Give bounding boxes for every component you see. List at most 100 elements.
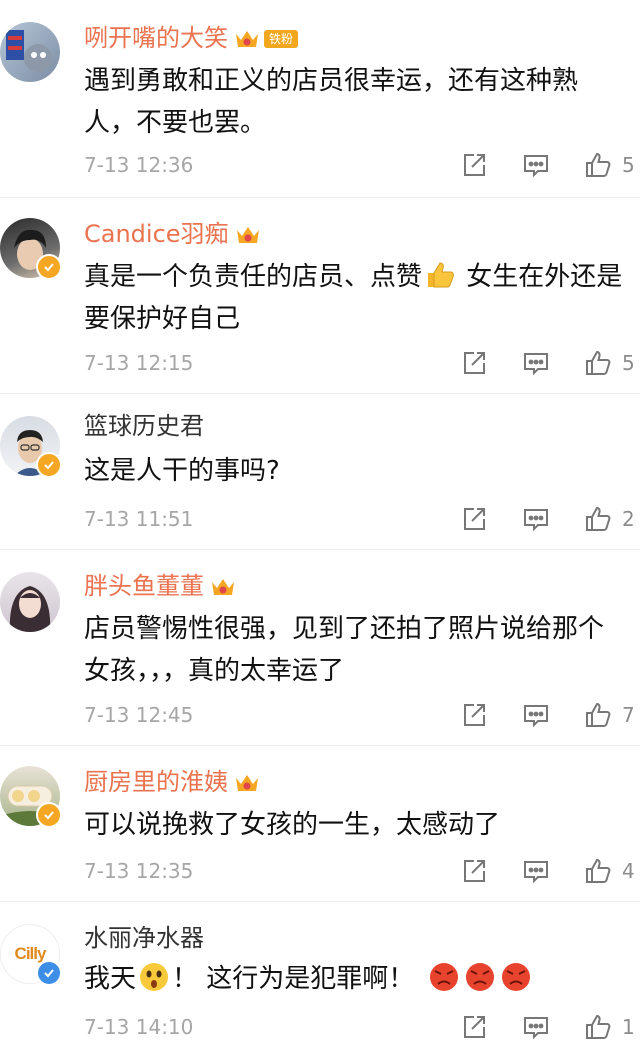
reply-button[interactable] [522,857,550,885]
username[interactable]: 胖头鱼董董 [84,570,236,602]
share-button[interactable] [460,349,488,377]
like-button[interactable]: 1 [584,1013,635,1041]
share-icon [464,1016,485,1038]
thumbs-up-icon [586,1014,611,1039]
actions: 7 [426,698,635,732]
vip-crown-icon [236,775,258,791]
like-button[interactable]: 2 [584,505,635,533]
verified-badge-icon [36,254,62,280]
thumbs-up-icon [586,858,611,883]
share-icon [464,860,485,882]
share-icon [464,704,485,726]
comment-icon [524,1017,548,1040]
timestamp: 7-13 12:35 [84,859,194,883]
username[interactable]: 咧开嘴的大笑 铁粉 [84,22,299,54]
username[interactable]: 厨房里的淮姨 [84,766,260,798]
angry-emoji-icon [466,963,495,991]
fan-badge: 铁粉 [264,30,299,48]
share-button[interactable] [460,505,488,533]
like-button[interactable]: 5 [584,349,635,377]
share-button[interactable] [460,857,488,885]
verified-badge-icon [36,452,62,478]
verified-badge-icon [36,802,62,828]
comment-item: 厨房里的淮姨 可以说挽救了女孩的一生，太感动了 7-13 12:35 4 [0,746,640,902]
like-count: 7 [622,703,635,727]
timestamp: 7-13 12:15 [84,351,194,375]
share-button[interactable] [460,151,488,179]
comment-meta: 7-13 11:51 2 [84,502,640,536]
timestamp: 7-13 12:45 [84,703,194,727]
avatar[interactable]: Cilly [0,924,62,986]
share-icon [464,508,485,530]
reply-button[interactable] [522,151,550,179]
comment-meta: 7-13 12:36 5 [84,148,640,182]
comment-text: 这是人干的事吗? [84,456,280,486]
username[interactable]: 水丽净水器 [84,922,204,954]
comment-meta: 7-13 12:15 5 [84,346,640,380]
reply-button[interactable] [522,1013,550,1041]
comment-item: 胖头鱼董董 店员警惕性很强，见到了还拍了照片说给那个女孩，，，真的太幸运了 7-… [0,550,640,746]
avatar[interactable] [0,416,62,478]
avatar-brand-text: Cilly [14,944,47,963]
reply-button[interactable] [522,701,550,729]
username[interactable]: Candice羽痴 [84,218,261,250]
thumbs-up-icon [586,506,611,531]
thumbs-up-icon [586,350,611,375]
comment-list: 咧开嘴的大笑 铁粉 遇到勇敢和正义的店员很幸运，还有这种熟人，不要也罢。 7-1… [0,0,640,1040]
timestamp: 7-13 11:51 [84,507,194,531]
timestamp: 7-13 12:36 [84,153,194,177]
like-button[interactable]: 5 [584,151,635,179]
comment-item: Candice羽痴 真是一个负责任的店员、点赞 女生在外还是要保护好自己 7-1… [0,198,640,394]
vip-crown-icon [212,579,234,595]
angry-emoji-icon [502,963,531,991]
username-text[interactable]: 胖头鱼董董 [84,572,204,600]
comment-text-part: ！ 这行为是犯罪啊！ [172,964,415,994]
comment-meta: 7-13 14:10 1 [84,1010,640,1044]
actions: 2 [426,502,635,536]
comment-text: 店员警惕性很强，见到了还拍了照片说给那个女孩，，，真的太幸运了 [84,614,605,686]
avatar[interactable] [0,572,60,632]
reply-button[interactable] [522,505,550,533]
surprised-emoji-icon [140,963,169,991]
username[interactable]: 篮球历史君 [84,410,204,442]
angry-emoji-icon [430,963,459,991]
like-button[interactable]: 4 [584,857,635,885]
comment-text: 遇到勇敢和正义的店员很幸运，还有这种熟人，不要也罢。 [84,66,579,138]
share-icon [464,154,485,176]
comment-item: Cilly 水丽净水器 我天 ！ 这行为是犯罪啊！ 7-13 14:10 1 [0,902,640,1040]
thumbs-up-emoji-icon [428,262,454,288]
actions: 1 [426,1010,635,1044]
comment-icon [524,861,548,884]
comment-text-part: 真是一个负责任的店员、点赞 [84,262,423,292]
avatar[interactable] [0,766,62,828]
vip-crown-icon [236,31,258,47]
comment-meta: 7-13 12:45 7 [84,698,640,732]
like-count: 4 [622,859,635,883]
thumbs-up-icon [586,152,611,177]
comment-icon [524,155,548,178]
username-text[interactable]: Candice羽痴 [84,220,229,248]
comment-icon [524,705,548,728]
avatar[interactable] [0,218,62,280]
reply-button[interactable] [522,349,550,377]
comment-text: 可以说挽救了女孩的一生，太感动了 [84,810,501,840]
timestamp: 7-13 14:10 [84,1015,194,1039]
comment-icon [524,509,548,532]
actions: 4 [426,854,635,888]
like-count: 2 [622,507,635,531]
like-count: 5 [622,351,635,375]
thumbs-up-icon [586,702,611,727]
username-text[interactable]: 咧开嘴的大笑 [84,24,228,52]
share-button[interactable] [460,701,488,729]
verified-badge-icon [36,960,62,986]
share-button[interactable] [460,1013,488,1041]
actions: 5 [426,346,635,380]
comment-text-part: 我天 [84,964,137,994]
username-text[interactable]: 厨房里的淮姨 [84,768,228,796]
vip-crown-icon [236,227,259,243]
like-button[interactable]: 7 [584,701,635,729]
comment-text: 真是一个负责任的店员、点赞 女生在外还是要保护好自己 [84,256,624,340]
actions: 5 [426,148,635,182]
avatar[interactable] [0,22,60,82]
comment-item: 咧开嘴的大笑 铁粉 遇到勇敢和正义的店员很幸运，还有这种熟人，不要也罢。 7-1… [0,0,640,198]
